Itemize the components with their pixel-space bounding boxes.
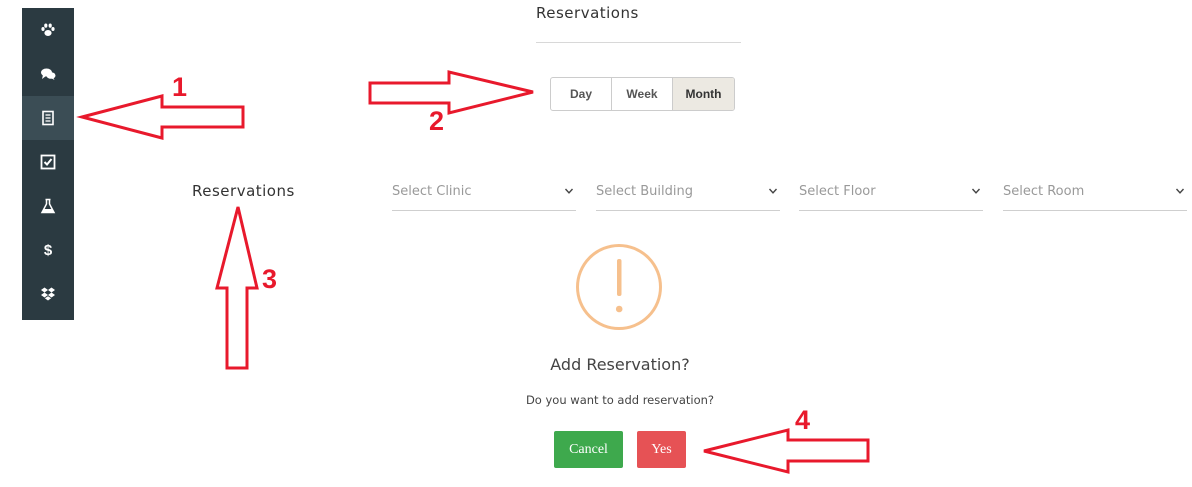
- warning-icon: [576, 244, 662, 330]
- chat-icon: [41, 68, 56, 80]
- chevron-down-icon: [768, 188, 778, 194]
- view-week-button[interactable]: Week: [612, 78, 673, 110]
- building-select[interactable]: Select Building: [596, 178, 780, 211]
- floor-select-placeholder: Select Floor: [799, 184, 876, 199]
- view-day-button[interactable]: Day: [551, 78, 612, 110]
- checklist-icon: [40, 154, 56, 170]
- paw-icon: [41, 23, 55, 36]
- cancel-button[interactable]: Cancel: [554, 431, 623, 468]
- sidebar: $: [22, 8, 74, 320]
- room-select-placeholder: Select Room: [1003, 184, 1085, 199]
- dialog-title: Add Reservation?: [550, 355, 690, 374]
- sidebar-item-storage[interactable]: [22, 272, 74, 316]
- chevron-down-icon: [1175, 188, 1185, 194]
- annotation-arrow-2: [368, 70, 534, 115]
- chevron-down-icon: [971, 188, 981, 194]
- sidebar-item-reservations[interactable]: [22, 96, 74, 140]
- dropbox-icon: [41, 287, 55, 301]
- clinic-select[interactable]: Select Clinic: [392, 178, 576, 211]
- receipt-icon: [42, 110, 54, 126]
- view-month-button[interactable]: Month: [673, 78, 734, 110]
- annotation-number-2: 2: [429, 106, 445, 136]
- sidebar-item-billing[interactable]: $: [22, 228, 74, 272]
- dialog-message: Do you want to add reservation?: [525, 393, 715, 407]
- sidebar-item-messages[interactable]: [22, 52, 74, 96]
- building-select-placeholder: Select Building: [596, 184, 693, 199]
- annotation-arrow-3: [215, 206, 259, 370]
- page-title: Reservations: [536, 4, 639, 22]
- annotation-number-1: 1: [172, 72, 188, 102]
- annotation-arrow-4: [703, 428, 870, 474]
- dollar-icon: $: [43, 241, 53, 259]
- flask-icon: [40, 198, 56, 214]
- chevron-down-icon: [564, 188, 574, 194]
- annotation-number-3: 3: [262, 264, 278, 294]
- annotation-arrow-1: [76, 94, 245, 140]
- view-toggle: Day Week Month: [550, 77, 735, 111]
- room-select[interactable]: Select Room: [1003, 178, 1187, 211]
- title-divider: [536, 42, 741, 43]
- annotation-number-4: 4: [795, 405, 811, 435]
- sidebar-item-tasks[interactable]: [22, 140, 74, 184]
- sidebar-item-lab[interactable]: [22, 184, 74, 228]
- clinic-select-placeholder: Select Clinic: [392, 184, 472, 199]
- yes-button[interactable]: Yes: [637, 431, 686, 468]
- reservations-label: Reservations: [192, 182, 295, 200]
- sidebar-item-pets[interactable]: [22, 8, 74, 52]
- floor-select[interactable]: Select Floor: [799, 178, 983, 211]
